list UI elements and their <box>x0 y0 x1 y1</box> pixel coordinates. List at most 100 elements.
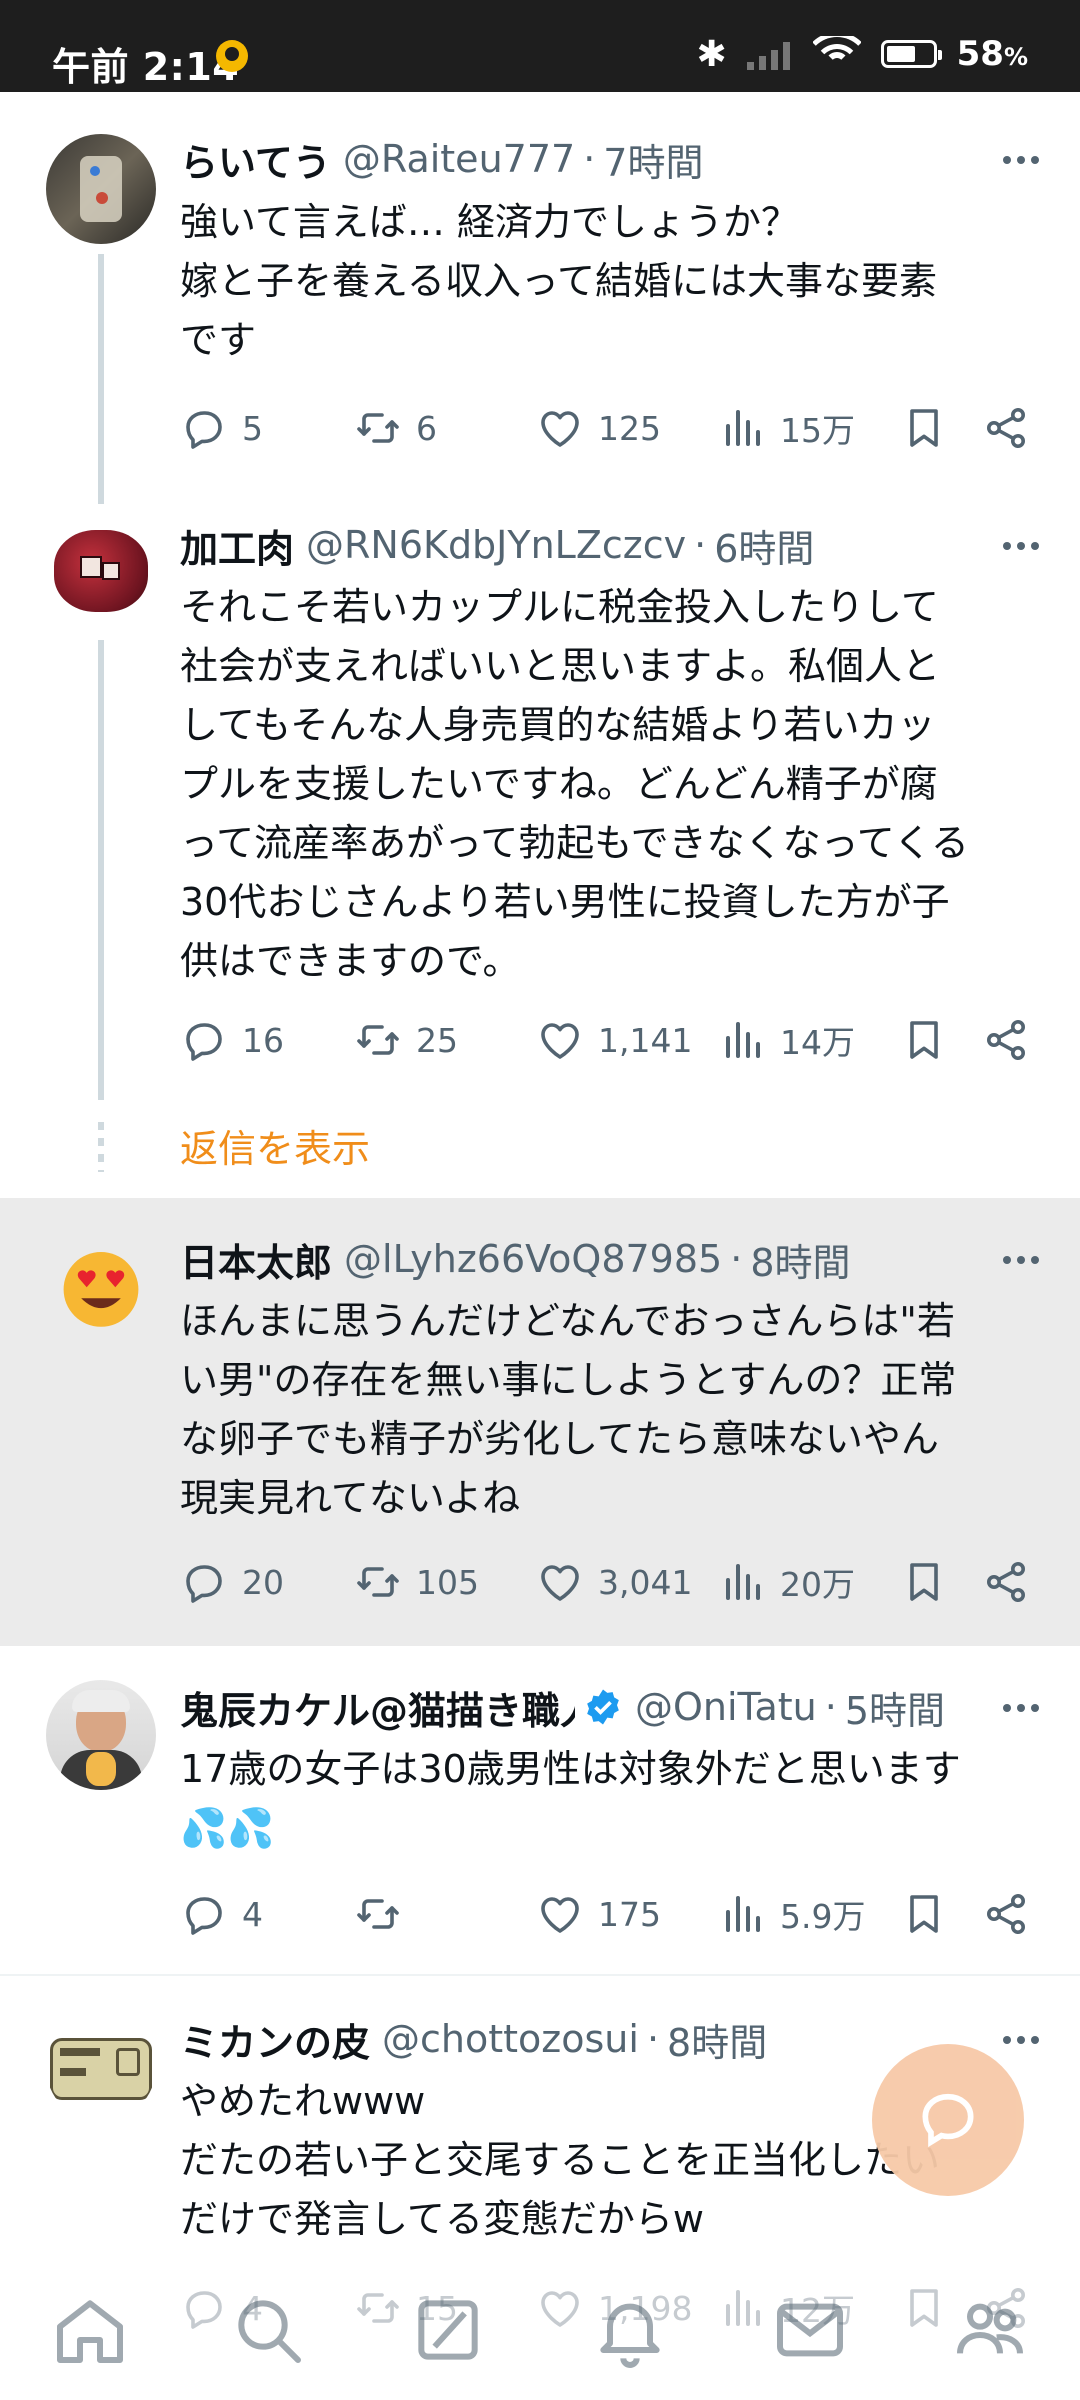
bookmark-button[interactable] <box>900 1552 948 1612</box>
reply-button[interactable]: 20 <box>180 1552 284 1612</box>
reply-icon <box>180 1016 228 1064</box>
more-icon[interactable] <box>996 140 1046 180</box>
tweet-header: ミカンの皮 @chottozosui · 8時間 <box>180 2012 990 2066</box>
bookmark-button[interactable] <box>900 398 948 458</box>
author-handle[interactable]: @chottozosui <box>382 2017 639 2061</box>
views-icon <box>718 1558 766 1606</box>
like-button[interactable]: 125 <box>536 398 661 458</box>
author-name[interactable]: らいてう <box>180 132 331 186</box>
retweet-button[interactable] <box>354 1884 416 1944</box>
separator-dot: · <box>694 523 707 567</box>
tweet-actions: 4 175 5.9万 <box>180 1884 1040 1944</box>
author-handle[interactable]: @Raiteu777 <box>343 137 575 181</box>
reply-button[interactable]: 4 <box>180 1884 263 1944</box>
views-button[interactable]: 5.9万 <box>718 1884 865 1944</box>
tweet-text: 17歳の女子は30歳男性は対象外だと思います 💦💦 <box>180 1747 961 1850</box>
status-bar: 午前 2:14 ✱ 58% <box>0 0 1080 92</box>
bookmark-button[interactable] <box>900 1884 948 1944</box>
status-time: 午前 2:14 <box>52 45 240 89</box>
home-icon <box>57 2300 123 2363</box>
compose-icon <box>922 2093 974 2148</box>
views-button[interactable]: 15万 <box>718 398 855 458</box>
reply-icon <box>180 1890 228 1938</box>
views-button[interactable]: 14万 <box>718 1010 855 1070</box>
reply-button[interactable]: 16 <box>180 1010 284 1070</box>
avatar[interactable] <box>46 1680 156 1790</box>
show-replies-link[interactable]: 返信を表示 <box>180 1118 370 1173</box>
grok-icon <box>418 2300 478 2360</box>
more-icon[interactable] <box>996 2020 1046 2060</box>
author-handle[interactable]: @lLyhz66VoQ87985 <box>344 1237 722 1281</box>
messages-icon <box>777 2303 843 2357</box>
tweet-actions: 20 105 3,041 20万 <box>180 1552 1040 1612</box>
battery-icon <box>880 40 942 68</box>
bookmark-icon <box>900 1558 948 1606</box>
notifications-icon <box>600 2303 660 2368</box>
share-button[interactable] <box>982 1552 1030 1612</box>
tweet-text: 強いて言えば… 経済力でしょうか？ 嫁と子を養える収入って結婚には大事な要素 で… <box>180 200 937 362</box>
more-icon[interactable] <box>996 1688 1046 1728</box>
author-handle[interactable]: @RN6KdbJYnLZczcv <box>306 523 686 567</box>
author-name[interactable]: ミカンの皮 <box>180 2012 370 2066</box>
nav-home[interactable] <box>50 2290 130 2370</box>
separator-dot: · <box>583 137 596 181</box>
avatar[interactable] <box>46 1230 156 1340</box>
like-button[interactable]: 3,041 <box>536 1552 692 1612</box>
heart-icon <box>536 1890 584 1938</box>
tweet-header: らいてう @Raiteu777 · 7時間 <box>180 132 990 186</box>
like-button[interactable]: 1,141 <box>536 1010 692 1070</box>
search-icon <box>238 2300 301 2363</box>
author-handle[interactable]: @OniTatu <box>635 1685 817 1729</box>
reply-count: 5 <box>242 408 263 448</box>
tweet-header: 日本太郎 @lLyhz66VoQ87985 · 8時間 <box>180 1232 990 1286</box>
like-count: 1,141 <box>598 1020 693 1060</box>
retweet-icon <box>354 404 402 452</box>
share-button[interactable] <box>982 398 1030 458</box>
verified-badge-icon <box>587 1689 619 1725</box>
tweet-time[interactable]: 5時間 <box>845 1680 945 1734</box>
author-name[interactable]: 日本太郎 <box>180 1232 332 1286</box>
bookmark-icon <box>900 404 948 452</box>
nav-notifications[interactable] <box>590 2290 670 2370</box>
retweet-button[interactable]: 25 <box>354 1010 458 1070</box>
author-name[interactable]: 鬼辰カケル@猫描き職人 <box>180 1680 575 1734</box>
compose-button[interactable] <box>872 2044 1024 2196</box>
views-icon <box>718 404 766 452</box>
wifi-icon <box>812 36 861 72</box>
share-button[interactable] <box>982 1010 1030 1070</box>
nav-messages[interactable] <box>770 2290 850 2370</box>
tweet-time[interactable]: 8時間 <box>667 2012 767 2066</box>
more-icon[interactable] <box>996 526 1046 566</box>
share-button[interactable] <box>982 1884 1030 1944</box>
nav-grok[interactable] <box>408 2290 488 2370</box>
tweet-divider <box>0 1974 1080 1976</box>
like-count: 3,041 <box>598 1562 693 1602</box>
separator-dot: · <box>730 1237 743 1281</box>
view-count: 14万 <box>780 1023 855 1062</box>
reply-icon <box>180 1558 228 1606</box>
avatar[interactable] <box>46 516 156 626</box>
nav-communities[interactable] <box>950 2290 1030 2370</box>
tweet-actions: 16 25 1,141 14万 <box>180 1010 1040 1070</box>
tweet-time[interactable]: 6時間 <box>714 518 814 572</box>
tweet-time[interactable]: 8時間 <box>750 1232 850 1286</box>
tweet-time[interactable]: 7時間 <box>603 132 703 186</box>
retweet-count: 6 <box>416 408 437 448</box>
battery-percent: 58% <box>956 34 1028 74</box>
avatar[interactable] <box>46 134 156 244</box>
signal-icon <box>746 38 793 70</box>
reply-count: 20 <box>242 1562 284 1602</box>
avatar[interactable] <box>46 2012 156 2122</box>
reply-button[interactable]: 5 <box>180 398 263 458</box>
bookmark-button[interactable] <box>900 1010 948 1070</box>
retweet-button[interactable]: 105 <box>354 1552 479 1612</box>
bookmark-icon <box>900 1016 948 1064</box>
tweet-header: 加工肉 @RN6KdbJYnLZczcv · 6時間 <box>180 518 990 572</box>
nav-search[interactable] <box>228 2290 308 2370</box>
author-name[interactable]: 加工肉 <box>180 518 294 572</box>
retweet-button[interactable]: 6 <box>354 398 437 458</box>
more-icon[interactable] <box>996 1240 1046 1280</box>
retweet-icon <box>354 1890 402 1938</box>
like-button[interactable]: 175 <box>536 1884 661 1944</box>
views-button[interactable]: 20万 <box>718 1552 855 1612</box>
